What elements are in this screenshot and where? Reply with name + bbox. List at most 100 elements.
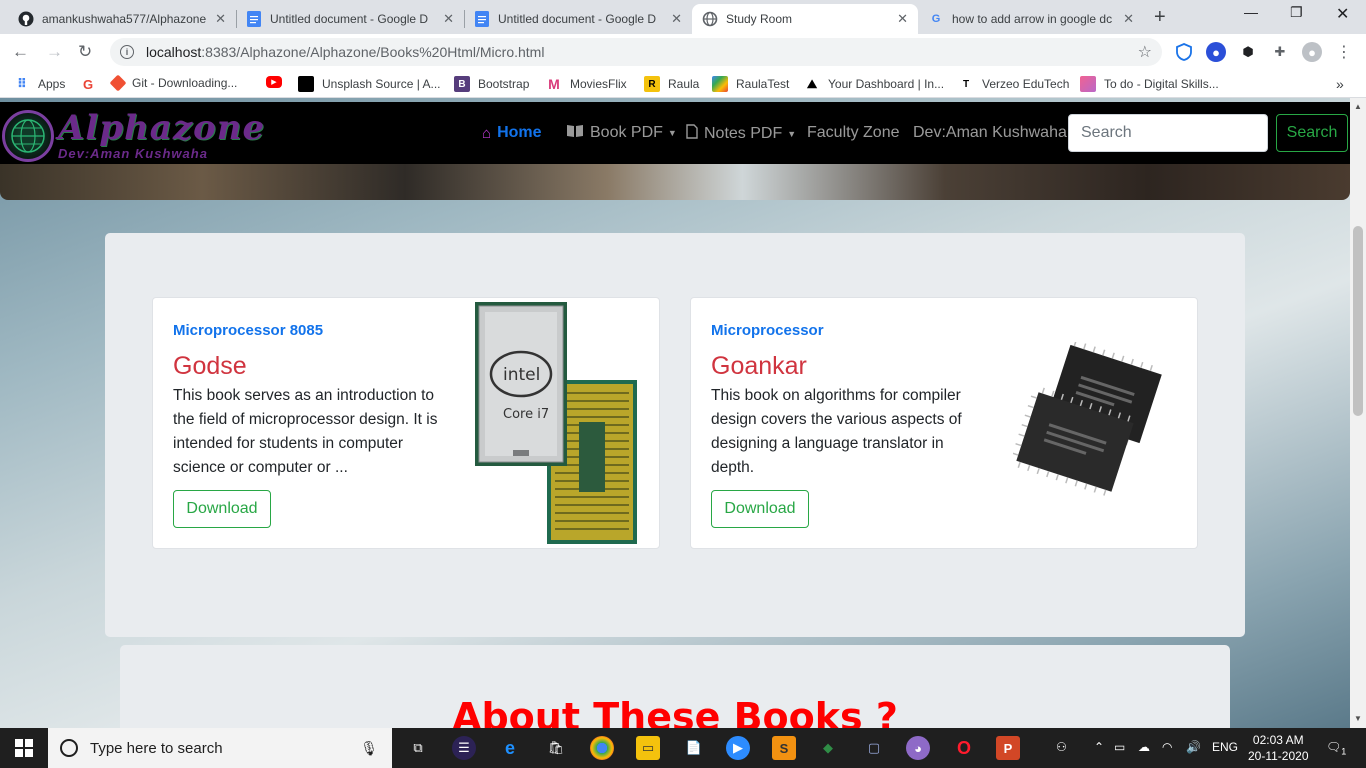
google-docs-icon [474, 11, 490, 27]
book-card: Microprocessor 8085 Godse This book serv… [152, 297, 660, 549]
book-description: This book on algorithms for compiler des… [711, 387, 962, 476]
close-icon[interactable]: ✕ [1123, 11, 1134, 27]
bookmark-google[interactable]: G [80, 76, 104, 92]
book-icon [566, 124, 584, 142]
browser-toolbar: ← → ↻ i localhost:8383/Alphazone/Alphazo… [0, 34, 1366, 70]
intel-core-i7-chip-image: intel Core i7 [475, 302, 641, 546]
bookmark-unsplash[interactable]: Unsplash Source | A... [298, 76, 441, 92]
tab-title: Study Room [726, 12, 793, 26]
close-icon[interactable]: ✕ [671, 11, 682, 27]
bookmark-label: Verzeo EduTech [982, 77, 1070, 91]
browser-tab[interactable]: Untitled document - Google D ✕ [236, 4, 464, 34]
nav-dev[interactable]: Dev:Aman Kushwaha [913, 124, 1067, 142]
bookmark-label: Git - Downloading... [132, 76, 238, 90]
scroll-down-icon[interactable]: ▼ [1354, 714, 1362, 723]
book-subtitle: Microprocessor 8085 [173, 322, 324, 339]
unsplash-icon [298, 76, 314, 92]
back-icon[interactable]: ← [12, 42, 29, 62]
bookmark-git[interactable]: Git - Downloading... [109, 74, 238, 92]
tray-chevron-icon[interactable]: ⌃ [1094, 740, 1104, 754]
more-bookmarks-icon[interactable]: » [1336, 76, 1344, 92]
reload-icon[interactable]: ↻ [78, 42, 92, 62]
scroll-up-icon[interactable]: ▲ [1354, 102, 1362, 111]
close-icon[interactable]: ✕ [215, 11, 226, 27]
browser-tab-active[interactable]: Study Room ✕ [692, 4, 918, 34]
nav-book-pdf[interactable]: Book PDF ▼ [566, 124, 677, 142]
cat-app-icon[interactable]: ◕ [906, 736, 930, 760]
menu-kebab-icon[interactable]: ⋮ [1334, 42, 1354, 62]
close-icon[interactable]: ✕ [443, 11, 454, 27]
browser-tab[interactable]: amankushwaha577/Alphazone ✕ [8, 4, 236, 34]
site-search-input[interactable]: Search [1068, 114, 1268, 152]
notifications-icon[interactable]: 🗨1 [1326, 740, 1346, 756]
edge-icon[interactable]: e [498, 736, 522, 760]
minimize-icon[interactable]: — [1244, 4, 1258, 20]
bookmark-raulatest[interactable]: RaulaTest [712, 76, 789, 92]
browser-tab[interactable]: Untitled document - Google D ✕ [464, 4, 692, 34]
powerpoint-icon[interactable]: P [996, 736, 1020, 760]
bookmark-label: RaulaTest [736, 77, 790, 91]
people-icon[interactable]: ⚇ [1056, 740, 1067, 754]
netbeans-icon[interactable]: ◆ [816, 736, 840, 760]
tab-title: Untitled document - Google D [270, 12, 429, 26]
download-button[interactable]: Download [711, 490, 809, 528]
bookmark-dashboard[interactable]: ⛰ Your Dashboard | In... [804, 76, 944, 92]
url-path: :8383/Alphazone/Alphazone/Books%20Html/M… [201, 44, 545, 60]
windows-start-icon[interactable] [0, 728, 48, 768]
language-indicator[interactable]: ENG [1212, 740, 1238, 754]
nav-faculty-zone[interactable]: Faculty Zone [807, 124, 899, 142]
page-scrollbar[interactable]: ▲ ▼ [1350, 98, 1366, 728]
zoom-icon[interactable]: ▶ [726, 736, 750, 760]
bookmark-star-icon[interactable]: ☆ [1138, 42, 1152, 62]
bookmark-apps[interactable]: ⠿ Apps [14, 76, 65, 92]
new-tab-icon[interactable]: + [1154, 6, 1166, 29]
tab-title: amankushwaha577/Alphazone [42, 12, 207, 26]
bookmark-bootstrap[interactable]: B Bootstrap [454, 76, 529, 92]
microphone-icon[interactable]: 🎙 [360, 740, 378, 757]
wifi-icon[interactable]: ◠ [1162, 740, 1172, 754]
home-icon: ⌂ [482, 124, 492, 142]
eclipse-icon[interactable]: ☰ [452, 736, 476, 760]
google-docs-icon [246, 11, 262, 27]
chrome-icon[interactable] [590, 736, 614, 760]
sublime-icon[interactable]: S [772, 736, 796, 760]
shield-extension-icon[interactable] [1174, 42, 1194, 62]
close-icon[interactable]: ✕ [897, 11, 908, 27]
windows-taskbar: Type here to search 🎙 ⧉ ☰ e 🛍 ▭ 📄 ▶ S ◆ … [0, 728, 1366, 768]
browser-tab[interactable]: G how to add arrow in google dc ✕ [918, 4, 1144, 34]
cube-extension-icon[interactable]: ⬢ [1238, 42, 1258, 62]
book-author: Godse [173, 352, 247, 380]
bookmark-raula[interactable]: R Raula [644, 76, 699, 92]
close-window-icon[interactable]: ✕ [1336, 4, 1349, 24]
address-bar[interactable]: i localhost:8383/Alphazone/Alphazone/Boo… [110, 38, 1162, 66]
site-search-button[interactable]: Search [1276, 114, 1348, 152]
bookmark-youtube[interactable]: ▶ [266, 76, 290, 88]
clock[interactable]: 02:03 AM 20-11-2020 [1248, 732, 1309, 764]
onedrive-icon[interactable]: ☁ [1138, 740, 1150, 754]
bookmark-todo[interactable]: To do - Digital Skills... [1080, 76, 1219, 92]
download-button[interactable]: Download [173, 490, 271, 528]
maximize-icon[interactable]: ❐ [1290, 4, 1303, 21]
puzzle-extensions-icon[interactable]: ✚ [1270, 42, 1290, 62]
store-icon[interactable]: 🛍 [544, 736, 568, 760]
scrollbar-thumb[interactable] [1353, 226, 1363, 416]
forward-icon[interactable]: → [46, 42, 63, 62]
volume-icon[interactable]: 🔊 [1186, 740, 1201, 754]
nav-notes-pdf[interactable]: Notes PDF ▼ [686, 124, 796, 143]
bookmark-moviesflix[interactable]: M MoviesFlix [546, 76, 627, 92]
brand-name: Alphazone [58, 108, 266, 148]
site-logo[interactable]: Alphazone Dev:Aman Kushwaha [2, 108, 272, 162]
file-explorer-icon[interactable]: ▭ [636, 736, 660, 760]
word-file-icon[interactable]: 📄 [682, 736, 706, 760]
battery-icon[interactable]: ▭ [1114, 740, 1125, 754]
bookmarks-bar: ⠿ Apps G Git - Downloading... ▶ Unsplash … [0, 70, 1366, 98]
nav-home[interactable]: ⌂ Home [482, 124, 542, 142]
bookmark-verzeo[interactable]: T Verzeo EduTech [958, 76, 1069, 92]
window-app-icon[interactable]: ▢ [862, 736, 886, 760]
extension-icon[interactable]: ● [1206, 42, 1226, 62]
site-info-icon[interactable]: i [120, 45, 134, 59]
profile-avatar-icon[interactable]: ● [1302, 42, 1322, 62]
taskbar-search-input[interactable]: Type here to search 🎙 [48, 728, 392, 768]
task-view-icon[interactable]: ⧉ [406, 736, 430, 760]
opera-icon[interactable]: O [952, 736, 976, 760]
